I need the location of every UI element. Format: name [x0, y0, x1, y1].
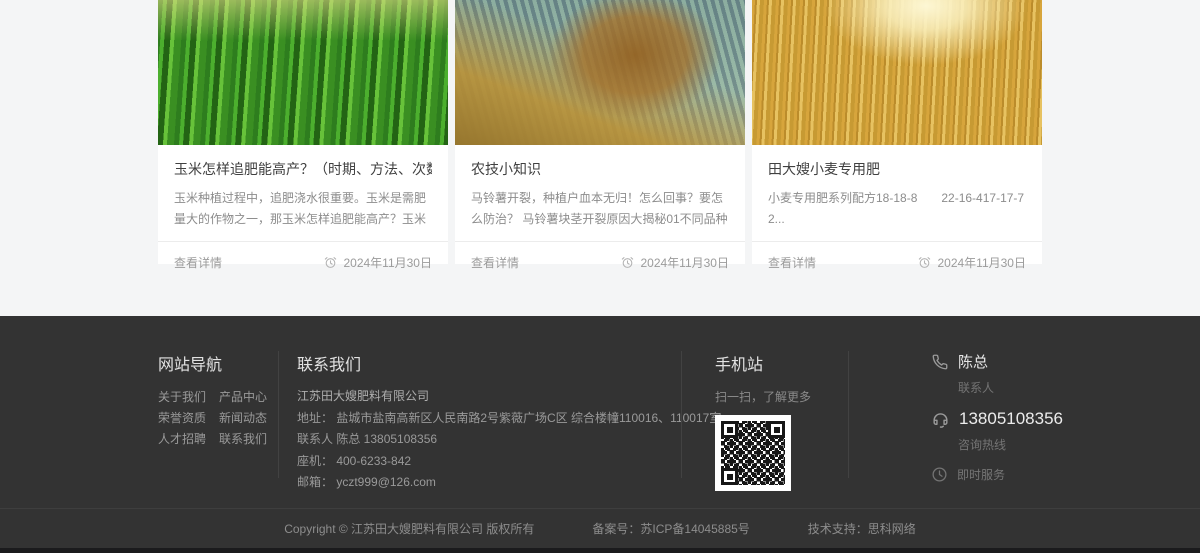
- headset-icon: [931, 410, 950, 429]
- hotline-block: 13805108356 咨询热线: [931, 409, 1063, 453]
- contact-person-label: 联系人: [958, 379, 1063, 396]
- instant-service-block: 即时服务: [931, 466, 1063, 483]
- article-date-text: 2024年11月30日: [937, 254, 1026, 271]
- footer-link-contact[interactable]: 联系我们: [219, 433, 278, 445]
- qr-code: [715, 415, 791, 491]
- wheat-field-image[interactable]: [752, 0, 1042, 145]
- email-line: 邮箱： yczt999@126.com: [297, 476, 681, 488]
- card-footer: 查看详情 2024年11月30日: [455, 241, 745, 283]
- news-card[interactable]: 玉米怎样追肥能高产？（时期、方法、次数、数量... 玉米种植过程中，追肥浇水很重…: [158, 0, 448, 264]
- corn-field-image[interactable]: [158, 0, 448, 145]
- instant-service-label: 即时服务: [957, 466, 1005, 483]
- card-body: 玉米怎样追肥能高产？（时期、方法、次数、数量... 玉米种植过程中，追肥浇水很重…: [158, 145, 448, 230]
- qr-finder-marker: [721, 468, 738, 485]
- footer-link-honors[interactable]: 荣誉资质: [158, 412, 219, 424]
- mobile-site-heading: 手机站: [715, 351, 848, 375]
- copyright-text: Copyright © 江苏田大嫂肥料有限公司 版权所有: [284, 520, 534, 537]
- scan-hint: 扫一扫，了解更多: [715, 388, 848, 405]
- footer-contact-heading: 联系我们: [297, 351, 681, 375]
- footer-divider: [848, 351, 849, 478]
- site-footer: 网站导航 关于我们 产品中心 荣誉资质 新闻动态 人才招聘 联系我们 联系我们 …: [0, 316, 1200, 508]
- footer-link-news[interactable]: 新闻动态: [219, 412, 278, 424]
- icp-record-text: 备案号：苏ICP备14045885号: [592, 520, 749, 537]
- article-excerpt: 玉米种植过程中，追肥浇水很重要。玉米是需肥量大的作物之一，那玉米怎样追肥能高产？…: [174, 188, 432, 230]
- view-details-link[interactable]: 查看详情: [768, 254, 816, 271]
- article-title[interactable]: 田大嫂小麦专用肥: [768, 159, 1026, 179]
- company-name: 江苏田大嫂肥料有限公司: [297, 390, 681, 402]
- card-body: 田大嫂小麦专用肥 小麦专用肥系列配方18-18-8 22-16-417-17-7…: [752, 145, 1042, 230]
- alarm-clock-icon: [918, 256, 931, 269]
- article-date: 2024年11月30日: [324, 254, 432, 271]
- rice-ears-image[interactable]: [455, 0, 745, 145]
- hotline-label: 咨询热线: [958, 436, 1063, 453]
- footer-nav-column: 网站导航 关于我们 产品中心 荣誉资质 新闻动态 人才招聘 联系我们: [158, 351, 278, 445]
- footer-divider: [681, 351, 682, 478]
- article-date: 2024年11月30日: [918, 254, 1026, 271]
- landline-line: 座机： 400-6233-842: [297, 455, 681, 467]
- news-card[interactable]: 农技小知识 马铃薯开裂，种植户血本无归！怎么回事？要怎么防治？ 马铃薯块茎开裂原…: [455, 0, 745, 264]
- article-title[interactable]: 农技小知识: [471, 159, 729, 179]
- card-body: 农技小知识 马铃薯开裂，种植户血本无归！怎么回事？要怎么防治？ 马铃薯块茎开裂原…: [455, 145, 745, 230]
- article-date-text: 2024年11月30日: [343, 254, 432, 271]
- company-address: 地址： 盐城市盐南高新区人民南路2号紫薇广场C区 综合楼幢110016、1100…: [297, 412, 681, 424]
- contact-person-line: 联系人 陈总 13805108356: [297, 433, 681, 445]
- footer-nav-links: 关于我们 产品中心 荣誉资质 新闻动态 人才招聘 联系我们: [158, 391, 278, 445]
- page-bottom-edge: [0, 548, 1200, 553]
- footer-service-column: 陈总 联系人 13805108356 咨询热线 即时服务: [931, 351, 1063, 496]
- footer-contact-column: 联系我们 江苏田大嫂肥料有限公司 地址： 盐城市盐南高新区人民南路2号紫薇广场C…: [297, 351, 681, 498]
- card-footer: 查看详情 2024年11月30日: [158, 241, 448, 283]
- footer-link-products[interactable]: 产品中心: [219, 391, 278, 403]
- contact-person-name: 陈总: [958, 351, 988, 372]
- article-excerpt: 马铃薯开裂，种植户血本无归！怎么回事？要怎么防治？ 马铃薯块茎开裂原因大揭秘01…: [471, 188, 729, 230]
- footer-divider: [278, 351, 279, 478]
- footer-nav-heading: 网站导航: [158, 351, 278, 375]
- news-cards-section: 玉米怎样追肥能高产？（时期、方法、次数、数量... 玉米种植过程中，追肥浇水很重…: [158, 0, 1042, 264]
- article-date: 2024年11月30日: [621, 254, 729, 271]
- footer-link-about[interactable]: 关于我们: [158, 391, 219, 403]
- copyright-bar: Copyright © 江苏田大嫂肥料有限公司 版权所有 备案号：苏ICP备14…: [0, 508, 1200, 548]
- contact-person-block: 陈总 联系人: [931, 351, 1063, 396]
- article-date-text: 2024年11月30日: [640, 254, 729, 271]
- alarm-clock-icon: [324, 256, 337, 269]
- card-footer: 查看详情 2024年11月30日: [752, 241, 1042, 283]
- view-details-link[interactable]: 查看详情: [174, 254, 222, 271]
- article-title[interactable]: 玉米怎样追肥能高产？（时期、方法、次数、数量...: [174, 159, 432, 179]
- qr-finder-marker: [721, 421, 738, 438]
- alarm-clock-icon: [621, 256, 634, 269]
- footer-mobile-column: 手机站 扫一扫，了解更多: [715, 351, 848, 491]
- clock-icon: [931, 466, 948, 483]
- news-card[interactable]: 田大嫂小麦专用肥 小麦专用肥系列配方18-18-8 22-16-417-17-7…: [752, 0, 1042, 264]
- page: 玉米怎样追肥能高产？（时期、方法、次数、数量... 玉米种植过程中，追肥浇水很重…: [0, 0, 1200, 553]
- tech-support-text: 技术支持：思科网络: [808, 520, 916, 537]
- phone-icon: [931, 353, 949, 371]
- qr-finder-marker: [768, 421, 785, 438]
- footer-link-careers[interactable]: 人才招聘: [158, 433, 219, 445]
- article-excerpt: 小麦专用肥系列配方18-18-8 22-16-417-17-7 2...: [768, 188, 1026, 230]
- view-details-link[interactable]: 查看详情: [471, 254, 519, 271]
- hotline-number: 13805108356: [959, 409, 1063, 429]
